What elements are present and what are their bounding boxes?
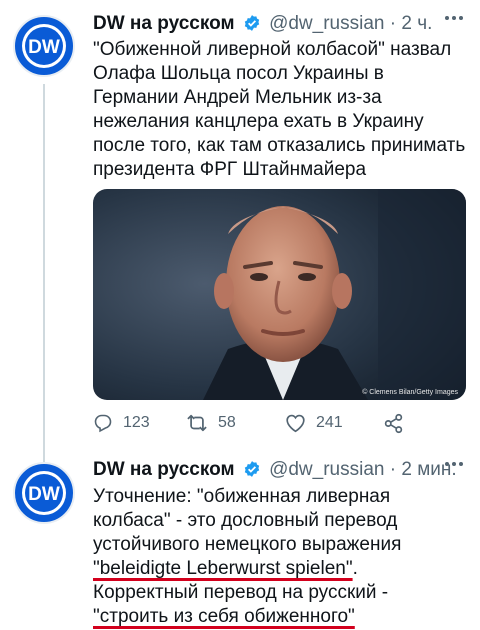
tweet-text: Уточнение: "обиженная ливерная колбаса" … (93, 485, 468, 629)
separator: · (389, 459, 397, 480)
more-options-icon[interactable] (444, 454, 464, 480)
highlighted-phrase-russian: "строить из себя обиженного" (93, 606, 355, 627)
photo-credit: © Clemens Bilan/Getty Images (362, 389, 458, 396)
like-count: 241 (316, 414, 343, 431)
timestamp[interactable]: 2 ч. (401, 13, 432, 34)
like-button[interactable]: 241 (285, 409, 343, 437)
dw-logo-icon: DW (22, 471, 66, 515)
text-part: Уточнение: "обиженная ливерная колбаса" … (93, 486, 402, 555)
handle[interactable]: @dw_russian (269, 13, 384, 34)
dw-avatar[interactable]: DW (13, 462, 75, 524)
retweet-count: 58 (218, 414, 236, 431)
dw-logo-text: DW (28, 37, 60, 58)
tweet-1[interactable]: DW DW на русском @dw_russian · 2 ч. "Оби… (0, 0, 480, 462)
tweet-actions: 123 58 241 (93, 409, 463, 437)
retweet-button[interactable]: 58 (186, 409, 236, 437)
tweet-photo[interactable]: © Clemens Bilan/Getty Images (93, 189, 466, 400)
author-name[interactable]: DW на русском (93, 459, 235, 480)
portrait-image (93, 189, 466, 400)
retweet-icon (187, 414, 207, 432)
tweet-text: "Обиженной ливерной колбасой" назвал Ола… (93, 39, 466, 180)
thread-line (43, 84, 45, 462)
dw-avatar[interactable]: DW (13, 15, 75, 77)
share-button[interactable] (383, 409, 414, 437)
tweet-header: DW на русском @dw_russian · 2 мин. (93, 458, 457, 482)
more-options-icon[interactable] (444, 8, 464, 34)
dw-logo-text: DW (28, 484, 60, 505)
tweet-2[interactable]: DW DW на русском @dw_russian · 2 мин. Ут… (0, 450, 480, 630)
verified-badge-icon (244, 15, 259, 31)
highlighted-phrase-german: "beleidigte Leberwurst spielen" (93, 558, 353, 579)
reply-icon (94, 414, 112, 433)
dw-logo-icon: DW (22, 24, 66, 68)
handle[interactable]: @dw_russian (269, 459, 384, 480)
share-icon (384, 413, 403, 433)
reply-count: 123 (123, 414, 150, 431)
separator: · (389, 13, 397, 34)
tweet-header: DW на русском @dw_russian · 2 ч. (93, 12, 432, 36)
reply-button[interactable]: 123 (93, 409, 150, 437)
author-name[interactable]: DW на русском (93, 13, 235, 34)
verified-badge-icon (244, 461, 259, 477)
heart-icon (286, 414, 305, 433)
